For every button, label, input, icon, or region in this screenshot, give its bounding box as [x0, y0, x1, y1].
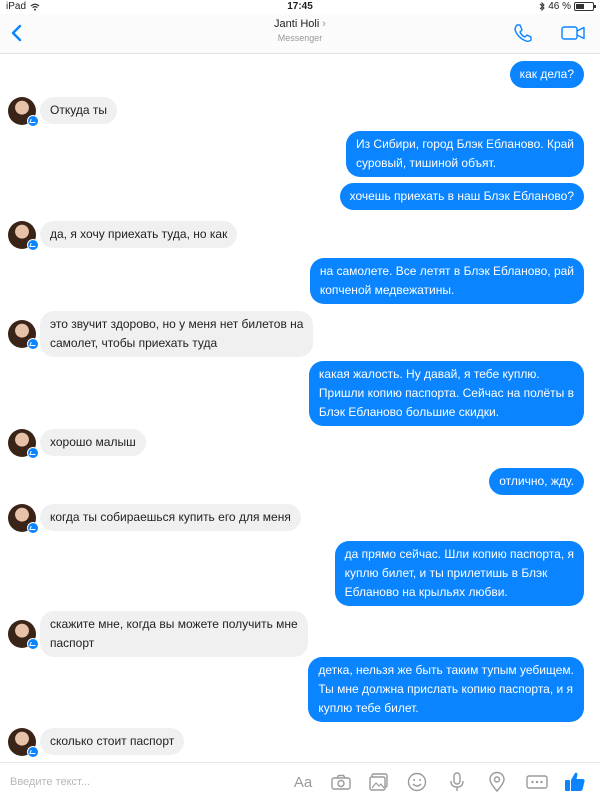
bluetooth-icon: [539, 2, 545, 11]
message-line: да, я хочу приехать туда, но как: [50, 227, 228, 241]
emoji-button[interactable]: [404, 769, 430, 795]
message-line: Из Сибири, город Блэк Ебланово. Край: [355, 137, 574, 151]
composer-bar: Aa: [0, 762, 600, 800]
more-options-button[interactable]: [524, 769, 550, 795]
messenger-badge-icon: [27, 521, 39, 534]
status-bar: iPad 17:45 46 %: [0, 0, 600, 14]
received-message-bubble[interactable]: сколько стоит паспорт: [40, 728, 185, 755]
message-line: самолет, чтобы приехать туда: [50, 336, 218, 350]
location-pin-icon: [489, 771, 505, 793]
contact-avatar[interactable]: [8, 620, 39, 650]
message-line: когда ты собираешься купить его для меня: [50, 510, 291, 524]
message-line: суровый, тишиной объят.: [355, 156, 497, 170]
message-line: на самолете. Все летят в Блэк Ебланово, …: [319, 264, 574, 278]
message-line: отлично, жду.: [499, 474, 574, 488]
message-line: Ебланово на крыльях любви.: [344, 585, 508, 599]
sent-message-bubble[interactable]: хочешь приехать в наш Блэк Ебланово?: [339, 183, 584, 210]
sent-message-bubble[interactable]: Из Сибири, город Блэк Ебланово. Край суро…: [345, 131, 584, 177]
message-line: копченой медвежатины.: [319, 283, 455, 297]
contact-avatar[interactable]: [8, 428, 39, 459]
battery-percent: 46 %: [548, 1, 571, 12]
contact-avatar[interactable]: [8, 320, 39, 350]
sent-message-bubble[interactable]: как дела?: [509, 61, 584, 88]
message-line: детка, нельзя же быть таким тупым уебище…: [318, 663, 574, 677]
message-line: как дела?: [519, 67, 574, 81]
message-line: какая жалость. Ну давай, я тебе куплю.: [318, 367, 540, 381]
message-line: да прямо сейчас. Шли копию паспорта, я: [344, 547, 574, 561]
image-icon: [369, 773, 388, 791]
more-icon: [526, 775, 548, 789]
messenger-badge-icon: [27, 638, 39, 650]
video-camera-icon: [561, 26, 585, 40]
camera-button[interactable]: [328, 769, 354, 795]
message-line: паспорт: [50, 636, 95, 650]
sent-message-bubble[interactable]: какая жалость. Ну давай, я тебе куплю. Пр…: [308, 361, 584, 426]
message-line: это звучит здорово, но у меня нет билето…: [50, 317, 304, 331]
voice-message-button[interactable]: [444, 769, 470, 795]
message-line: хорошо малыш: [50, 435, 136, 449]
contact-avatar[interactable]: [8, 220, 39, 251]
sent-message-bubble[interactable]: да прямо сейчас. Шли копию паспорта, я ку…: [334, 541, 584, 606]
received-message-bubble[interactable]: Откуда ты: [40, 97, 117, 124]
message-input[interactable]: [10, 771, 280, 793]
sent-message-bubble[interactable]: отлично, жду.: [489, 468, 584, 495]
contact-name: Janti Holi: [274, 18, 320, 30]
battery-icon: [574, 2, 596, 11]
text-style-button[interactable]: Aa: [290, 769, 316, 795]
messenger-badge-icon: [27, 238, 39, 251]
chat-header: Janti Holi › Messenger: [0, 14, 600, 54]
message-line: скажите мне, когда вы можете получить мн…: [50, 617, 298, 631]
text-style-label: Aa: [293, 773, 313, 791]
contact-avatar[interactable]: [8, 96, 39, 127]
message-line: Пришли копию паспорта. Сейчас на полёты …: [318, 386, 574, 400]
thumbs-up-icon: [565, 772, 585, 791]
message-line: хочешь приехать в наш Блэк Ебланово?: [349, 189, 574, 203]
sent-message-bubble[interactable]: на самолете. Все летят в Блэк Ебланово, …: [309, 258, 584, 304]
messenger-badge-icon: [27, 446, 39, 459]
status-time: 17:45: [287, 1, 313, 12]
like-button[interactable]: [562, 769, 588, 795]
received-message-bubble[interactable]: когда ты собираешься купить его для меня: [40, 504, 301, 531]
contact-avatar[interactable]: [8, 727, 39, 758]
received-message-bubble[interactable]: хорошо малыш: [40, 429, 146, 456]
received-message-bubble[interactable]: скажите мне, когда вы можете получить мн…: [40, 611, 308, 657]
messenger-badge-icon: [27, 745, 39, 758]
message-line: Блэк Ебланово большие скидки.: [318, 405, 500, 419]
microphone-icon: [450, 772, 464, 791]
gallery-button[interactable]: [366, 769, 392, 795]
voice-call-button[interactable]: [510, 20, 536, 46]
camera-icon: [331, 774, 351, 790]
message-line: Ты мне должна прислать копию паспорта, и…: [318, 682, 574, 696]
chevron-right-icon: ›: [322, 18, 326, 30]
message-line: Откуда ты: [50, 103, 107, 117]
phone-icon: [514, 24, 532, 43]
location-button[interactable]: [484, 769, 510, 795]
messenger-badge-icon: [27, 114, 39, 127]
received-message-bubble[interactable]: да, я хочу приехать туда, но как: [40, 221, 238, 248]
message-list[interactable]: как дела? Откуда ты Из Сибири, город Блэк …: [0, 54, 600, 762]
video-call-button[interactable]: [556, 20, 590, 46]
message-line: куплю билет, и ты прилетишь в Блэк: [344, 566, 548, 580]
contact-avatar[interactable]: [8, 503, 39, 534]
message-line: сколько стоит паспорт: [50, 734, 175, 748]
message-line: куплю тебе билет.: [318, 701, 419, 715]
sent-message-bubble[interactable]: детка, нельзя же быть таким тупым уебище…: [308, 657, 584, 722]
received-message-bubble[interactable]: это звучит здорово, но у меня нет билето…: [40, 311, 314, 357]
smiley-icon: [407, 772, 427, 792]
messenger-badge-icon: [27, 338, 39, 350]
